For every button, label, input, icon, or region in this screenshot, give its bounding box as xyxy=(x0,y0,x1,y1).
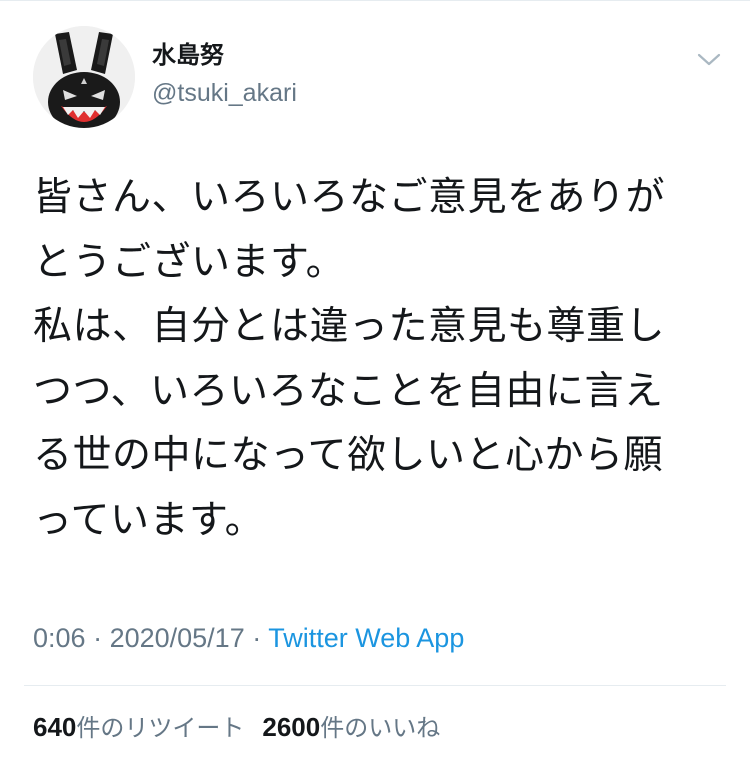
likes-label: 件のいいね xyxy=(320,714,441,742)
tweet-text-line: とうございます。 xyxy=(33,239,346,285)
likes-stat[interactable]: 2600件のいいね xyxy=(262,712,441,742)
retweets-stat[interactable]: 640件のリツイート xyxy=(33,712,245,742)
retweets-label: 件のリツイート xyxy=(76,714,245,742)
likes-count: 2600 xyxy=(262,712,321,742)
stats-divider xyxy=(24,685,726,686)
tweet-text-line: 皆さん、いろいろなご意見をありが xyxy=(33,175,666,220)
retweets-count: 640 xyxy=(33,712,77,742)
avatar[interactable] xyxy=(33,26,135,128)
rabbit-mascot-avatar-icon xyxy=(33,26,135,128)
user-handle[interactable]: @tsuki_akari xyxy=(152,78,297,108)
meta-separator: · xyxy=(252,623,269,653)
chevron-down-icon[interactable] xyxy=(696,50,722,70)
tweet-detail: 水島努 @tsuki_akari 皆さん、いろいろなご意見をありが とうございま… xyxy=(0,0,750,768)
top-divider xyxy=(0,0,750,1)
tweet-text-line: 私は、自分とは違った意見も尊重し xyxy=(33,304,666,349)
tweet-source-link[interactable]: Twitter Web App xyxy=(268,623,464,653)
tweet-date[interactable]: 2020/05/17 xyxy=(110,623,245,653)
meta-separator: · xyxy=(93,623,110,653)
tweet-text-line: つつ、いろいろなことを自由に言え xyxy=(33,368,664,414)
tweet-text-line: っています。 xyxy=(33,497,265,543)
display-name[interactable]: 水島努 xyxy=(152,40,224,70)
tweet-stats: 640件のリツイート 2600件のいいね xyxy=(33,711,440,744)
tweet-meta: 0:06 · 2020/05/17 · Twitter Web App xyxy=(33,621,464,655)
tweet-text: 皆さん、いろいろなご意見をありが とうございます。 私は、自分とは違った意見も尊… xyxy=(33,166,733,553)
tweet-time[interactable]: 0:06 xyxy=(33,623,86,653)
tweet-text-line: る世の中になって欲しいと心から願 xyxy=(33,433,664,478)
